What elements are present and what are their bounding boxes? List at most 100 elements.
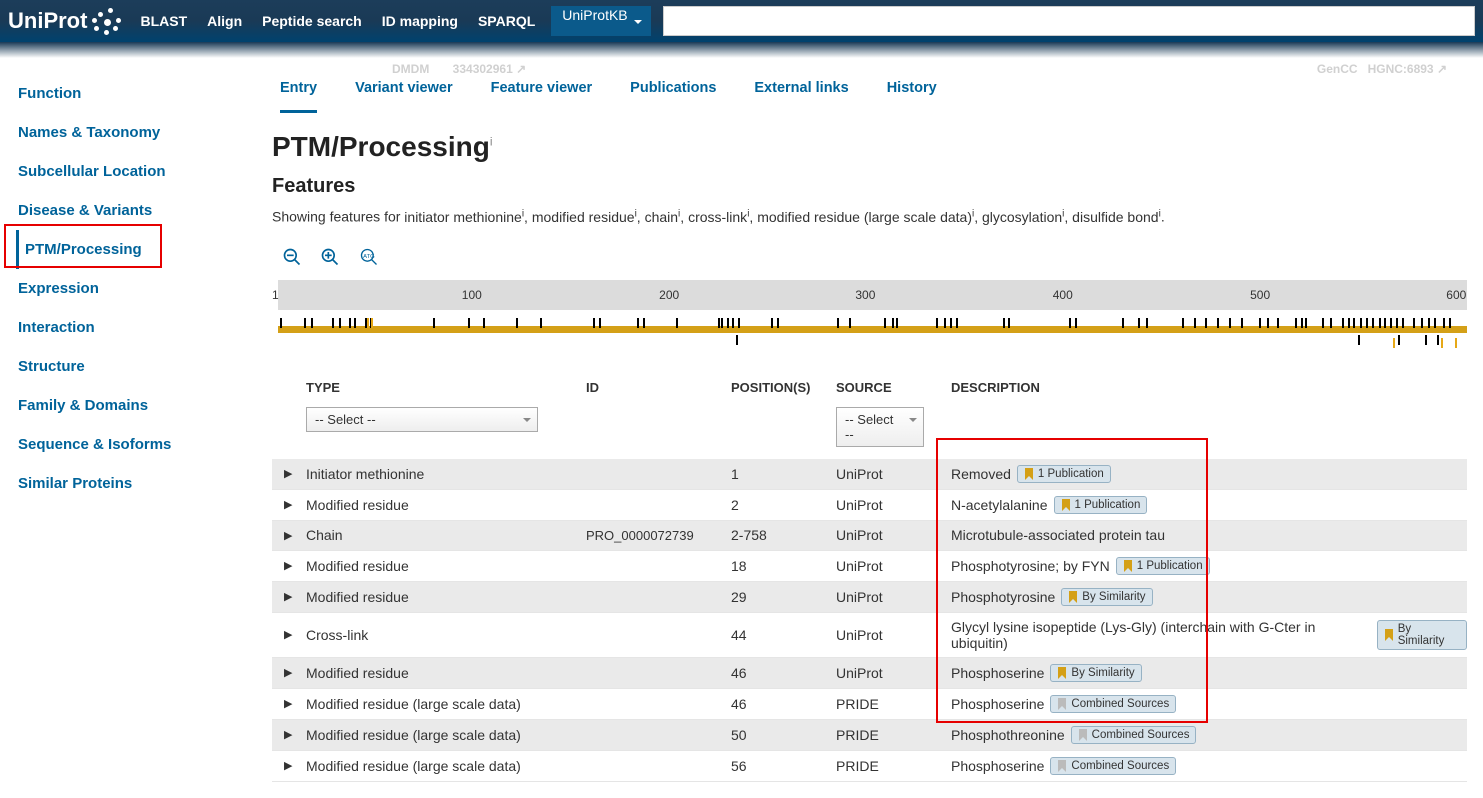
tab-publications[interactable]: Publications	[630, 74, 716, 113]
expand-icon[interactable]: ▶	[284, 529, 306, 542]
showing-features-line: Showing features for initiator methionin…	[272, 208, 1467, 225]
evidence-badge[interactable]: 1 Publication	[1017, 465, 1111, 483]
evidence-badge[interactable]: By Similarity	[1061, 588, 1152, 606]
sequence-ruler[interactable]: 1 100 200 300 400 500 600	[272, 280, 1467, 346]
expand-icon[interactable]: ▶	[284, 697, 306, 710]
cell-description: Phosphothreonine Combined Sources	[951, 726, 1467, 744]
cell-source: UniProt	[836, 558, 951, 574]
evidence-badge[interactable]: 1 Publication	[1116, 557, 1210, 575]
table-row: ▶Modified residue2UniProtN-acetylalanine…	[272, 490, 1467, 521]
col-type: TYPE	[306, 380, 586, 395]
evidence-badge[interactable]: 1 Publication	[1054, 496, 1148, 514]
cell-type: Modified residue	[306, 665, 586, 681]
cell-source: PRIDE	[836, 727, 951, 743]
tab-external-links[interactable]: External links	[754, 74, 848, 113]
ribbon-icon	[1024, 468, 1034, 480]
sidebar-item-expression[interactable]: Expression	[16, 269, 248, 308]
cell-type: Modified residue (large scale data)	[306, 727, 586, 743]
sidebar-item-ptm-processing[interactable]: PTM/Processing	[16, 230, 248, 269]
evidence-badge[interactable]: Combined Sources	[1050, 757, 1176, 775]
expand-icon[interactable]: ▶	[284, 590, 306, 603]
page-title: PTM/Processingi	[272, 131, 1467, 163]
faded-hgnc: HGNC:6893	[1368, 62, 1434, 76]
table-row: ▶ChainPRO_00000727392-758UniProtMicrotub…	[272, 521, 1467, 551]
cell-type: Chain	[306, 527, 586, 543]
cell-type: Modified residue (large scale data)	[306, 696, 586, 712]
cell-type: Modified residue	[306, 589, 586, 605]
tab-entry[interactable]: Entry	[280, 74, 317, 113]
type-filter-select[interactable]: -- Select --	[306, 407, 538, 432]
cell-position: 46	[731, 696, 836, 712]
expand-icon[interactable]: ▶	[284, 628, 306, 641]
nav-align[interactable]: Align	[203, 13, 246, 29]
expand-icon[interactable]: ▶	[284, 467, 306, 480]
zoom-out-icon[interactable]	[282, 247, 302, 270]
expand-icon[interactable]: ▶	[284, 759, 306, 772]
evidence-badge[interactable]: Combined Sources	[1071, 726, 1197, 744]
info-icon[interactable]: i	[490, 135, 493, 149]
feature-track[interactable]	[278, 312, 1467, 346]
tab-feature-viewer[interactable]: Feature viewer	[491, 74, 593, 113]
expand-icon[interactable]: ▶	[284, 559, 306, 572]
cell-source: UniProt	[836, 527, 951, 543]
cell-description: Phosphoserine Combined Sources	[951, 757, 1467, 775]
table-row: ▶Modified residue46UniProtPhosphoserine …	[272, 658, 1467, 689]
cell-position: 2	[731, 497, 836, 513]
source-filter-select[interactable]: -- Select --	[836, 407, 924, 447]
zoom-in-icon[interactable]	[320, 247, 340, 270]
sidebar-item-similar-proteins[interactable]: Similar Proteins	[16, 464, 248, 503]
sidebar-item-subcellular-location[interactable]: Subcellular Location	[16, 152, 248, 191]
evidence-badge[interactable]: Combined Sources	[1050, 695, 1176, 713]
sidebar-item-names-taxonomy[interactable]: Names & Taxonomy	[16, 113, 248, 152]
search-input[interactable]	[663, 6, 1475, 36]
page-title-text: PTM/Processing	[272, 131, 490, 162]
cell-position: 18	[731, 558, 836, 574]
expand-icon[interactable]: ▶	[284, 498, 306, 511]
ribbon-icon	[1123, 560, 1133, 572]
evidence-badge[interactable]: By Similarity	[1377, 620, 1467, 650]
ribbon-icon	[1384, 629, 1394, 641]
table-row: ▶Cross-link44UniProtGlycyl lysine isopep…	[272, 613, 1467, 658]
cell-source: UniProt	[836, 665, 951, 681]
header-gradient	[0, 42, 1483, 58]
cell-description: Phosphoserine Combined Sources	[951, 695, 1467, 713]
features-table: TYPE ID POSITION(S) SOURCE DESCRIPTION -…	[272, 374, 1467, 782]
evidence-badge[interactable]: By Similarity	[1050, 664, 1141, 682]
tab-history[interactable]: History	[887, 74, 937, 113]
cell-source: UniProt	[836, 589, 951, 605]
cell-description: Microtubule-associated protein tau	[951, 527, 1467, 543]
cell-position: 2-758	[731, 527, 836, 543]
cell-type: Cross-link	[306, 627, 586, 643]
sidebar-item-structure[interactable]: Structure	[16, 347, 248, 386]
cell-type: Modified residue	[306, 497, 586, 513]
nav-blast[interactable]: BLAST	[136, 13, 191, 29]
features-heading: Features	[272, 175, 1467, 198]
faded-gencc: GenCC	[1317, 62, 1358, 76]
expand-icon[interactable]: ▶	[284, 666, 306, 679]
cell-position: 50	[731, 727, 836, 743]
tab-variant-viewer[interactable]: Variant viewer	[355, 74, 453, 113]
expand-icon[interactable]: ▶	[284, 728, 306, 741]
table-row: ▶Modified residue18UniProtPhosphotyrosin…	[272, 551, 1467, 582]
sidebar-item-family-domains[interactable]: Family & Domains	[16, 386, 248, 425]
sidebar-item-sequence-isoforms[interactable]: Sequence & Isoforms	[16, 425, 248, 464]
nav-sparql[interactable]: SPARQL	[474, 13, 539, 29]
table-row: ▶Modified residue (large scale data)46PR…	[272, 689, 1467, 720]
sidebar-item-interaction[interactable]: Interaction	[16, 308, 248, 347]
zoom-sequence-icon[interactable]: ATG	[358, 247, 380, 270]
cell-position: 46	[731, 665, 836, 681]
nav-peptide-search[interactable]: Peptide search	[258, 13, 366, 29]
table-row: ▶Initiator methionine1UniProtRemoved 1 P…	[272, 459, 1467, 490]
ribbon-icon	[1061, 499, 1071, 511]
cell-description: Phosphotyrosine By Similarity	[951, 588, 1467, 606]
cell-description: Phosphotyrosine; by FYN 1 Publication	[951, 557, 1467, 575]
cell-description: N-acetylalanine 1 Publication	[951, 496, 1467, 514]
table-row: ▶Modified residue (large scale data) 50PR…	[272, 720, 1467, 751]
table-header: TYPE ID POSITION(S) SOURCE DESCRIPTION	[272, 374, 1467, 403]
sidebar-item-function[interactable]: Function	[16, 74, 248, 113]
nav-id-mapping[interactable]: ID mapping	[378, 13, 462, 29]
sidebar-item-disease-variants[interactable]: Disease & Variants	[16, 191, 248, 230]
logo[interactable]: UniProt	[8, 6, 124, 36]
search-category-dropdown[interactable]: UniProtKB	[551, 6, 650, 36]
logo-text: UniProt	[8, 8, 87, 34]
